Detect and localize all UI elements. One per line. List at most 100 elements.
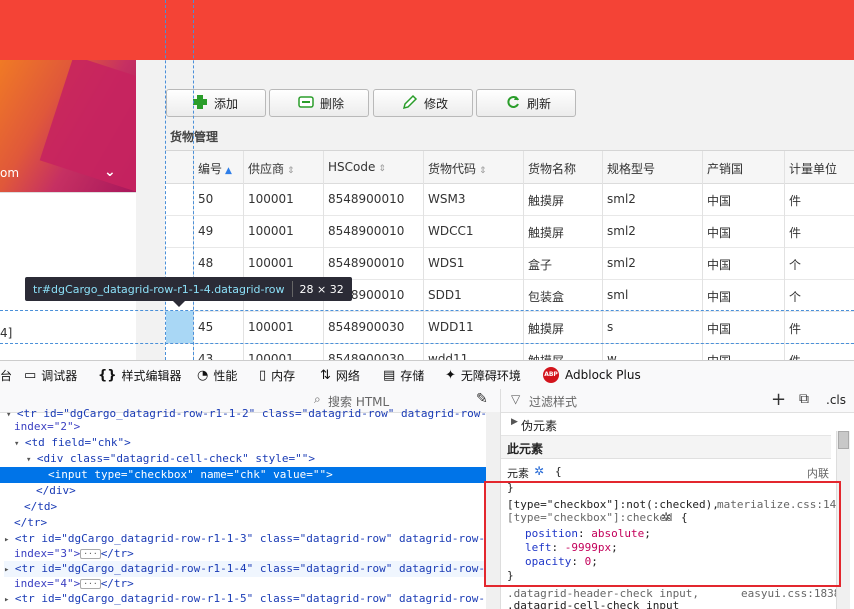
cell-country: 中国 [707, 290, 732, 304]
add-icon [192, 94, 208, 113]
tab-accessibility[interactable]: ✦ 无障碍环境 [445, 367, 521, 384]
markup-line[interactable]: ▾ <div class="datagrid-cell-check" style… [26, 451, 315, 467]
chevron-down-icon[interactable]: ⌄ [104, 164, 116, 180]
cell-spec: sml2 [607, 256, 636, 270]
this-element-header: 此元素 [501, 436, 831, 459]
scrollbar-thumb[interactable] [838, 431, 849, 449]
refresh-icon [505, 94, 521, 113]
cargo-datagrid: 编号 ▲ 供应商 ⇕ HSCode ⇕ 货物代码 ⇕ 货物名称 规格型号 产销国 计量单… [165, 150, 854, 361]
table-row[interactable]: 50 100001 8548900010 WSM3 触摸屏 sml2 中国 件 [165, 183, 854, 216]
refresh-button[interactable]: 刷新 [476, 89, 576, 117]
tab-storage[interactable]: ▤ 存储 [383, 367, 424, 384]
chevron-right-icon: ▶ [511, 417, 518, 427]
performance-icon: ◔ [197, 368, 209, 383]
color-picker-icon[interactable]: ✎ [476, 391, 488, 407]
cell-country: 中国 [707, 194, 732, 208]
markup-line[interactable]: ▸ <tr id="dgCargo_datagrid-row-r1-1-4" c… [4, 561, 486, 577]
table-row[interactable]: 48 100001 8548900010 WDS1 盒子 sml2 中国 个 [165, 247, 854, 280]
sort-asc-icon: ▲ [225, 166, 232, 176]
cell-unit: 件 [789, 194, 802, 208]
cell-supplier: 100001 [248, 192, 294, 206]
add-button[interactable]: 添加 [166, 89, 266, 117]
column-header-country[interactable]: 产销国 [707, 160, 743, 177]
cell-supplier: 100001 [248, 256, 294, 270]
network-icon: ⇅ [320, 368, 331, 383]
cell-cargo-code: SDD1 [428, 288, 462, 302]
grid-header: 编号 ▲ 供应商 ⇕ HSCode ⇕ 货物代码 ⇕ 货物名称 规格型号 产销国 计量单… [165, 151, 854, 184]
markup-line[interactable]: index="4"> ··· </tr> [14, 576, 134, 592]
tab-style-editor[interactable]: {} 样式编辑器 [98, 367, 182, 384]
ellipsis-icon[interactable]: ··· [80, 579, 101, 589]
markup-line[interactable]: </td> [24, 499, 57, 515]
storage-icon: ▤ [383, 368, 396, 383]
cell-unit: 个 [789, 258, 802, 272]
column-header-cargo-code[interactable]: 货物代码 ⇕ [428, 160, 487, 177]
markup-panel: ⌕ 搜索 HTML ✎ ▾ <tr id="dgCargo_datagrid-r… [0, 389, 501, 609]
rule-source-link[interactable]: easyui.css:1838 [741, 587, 840, 600]
cell-spec: sml [607, 288, 629, 302]
table-row[interactable]: 45 100001 8548900030 WDD11 触摸屏 s 中国 件 [165, 311, 854, 344]
cell-cargo-name: 包装盒 [528, 290, 565, 304]
classes-toggle[interactable]: .cls [826, 393, 846, 407]
markup-line[interactable]: index="2"> [14, 419, 80, 435]
cell-cargo-name: 触摸屏 [528, 194, 565, 208]
tab-debugger[interactable]: ▭ 调试器 [24, 367, 77, 384]
sort-icon: ⇕ [479, 166, 487, 176]
tab-console[interactable]: 台 [0, 367, 12, 384]
cell-hscode: 8548900030 [328, 320, 405, 334]
cell-spec: sml2 [607, 192, 636, 206]
cell-spec: sml2 [607, 224, 636, 238]
delete-button[interactable]: 删除 [269, 89, 369, 117]
cell-supplier: 100001 [248, 320, 294, 334]
cell-cargo-code: WSM3 [428, 192, 466, 206]
cell-cargo-code: WDS1 [428, 256, 465, 270]
cell-hscode: 8548900010 [328, 256, 405, 270]
markup-line[interactable]: index="3"> ··· </tr> [14, 546, 134, 562]
accessibility-icon: ✦ [445, 368, 456, 383]
search-icon: ⌕ [314, 392, 321, 406]
ellipsis-icon[interactable]: ··· [80, 549, 101, 559]
edit-button[interactable]: 修改 [373, 89, 473, 117]
markup-line[interactable]: </div> [36, 483, 76, 499]
tab-memory[interactable]: ▯ 内存 [259, 367, 295, 384]
memory-icon: ▯ [259, 368, 267, 383]
column-header-id[interactable]: 编号 ▲ [198, 160, 232, 177]
column-header-cargo-name[interactable]: 货物名称 [528, 160, 576, 177]
highlight-annotation-box [484, 481, 841, 587]
add-rule-icon[interactable]: + [771, 389, 786, 410]
element-inspect-tooltip: tr#dgCargo_datagrid-row-r1-1-4.datagrid-… [25, 277, 352, 301]
filter-styles-input[interactable]: 过滤样式 [529, 393, 577, 410]
print-simulation-icon[interactable]: ⧉ [799, 391, 809, 407]
cell-unit: 件 [789, 322, 802, 336]
table-row[interactable]: 49 100001 8548900010 WDCC1 触摸屏 sml2 中国 件 [165, 215, 854, 248]
remove-icon [298, 94, 314, 113]
markup-line[interactable]: ▾ <td field="chk"> [14, 435, 131, 451]
inline-source[interactable]: 内联 [807, 465, 829, 481]
column-header-supplier[interactable]: 供应商 ⇕ [248, 160, 295, 177]
cell-hscode: 8548900010 [328, 224, 405, 238]
tab-adblock-plus[interactable]: ABP Adblock Plus [543, 367, 641, 383]
tab-network[interactable]: ⇅ 网络 [320, 367, 360, 384]
gear-icon[interactable]: ✲ [534, 464, 544, 478]
left-panel [0, 60, 136, 360]
markup-line[interactable]: ▸ <tr id="dgCargo_datagrid-row-r1-1-5" c… [4, 591, 485, 607]
table-row[interactable]: 43 100001 8548900030 wdd11 触摸屏 w 中国件 [165, 343, 854, 361]
cell-id: 45 [198, 320, 214, 334]
sort-icon: ⇕ [287, 166, 295, 176]
column-header-spec[interactable]: 规格型号 [607, 160, 655, 177]
grid-title: 货物管理 [170, 130, 219, 144]
app-header-bar [0, 0, 854, 60]
filter-icon: ▽ [511, 392, 521, 406]
column-header-unit[interactable]: 计量单位 [789, 160, 837, 177]
markup-line[interactable]: </tr> [14, 515, 47, 531]
pseudo-elements-toggle[interactable]: ▶ 伪元素 [501, 413, 831, 436]
markup-line[interactable]: ▸ <tr id="dgCargo_datagrid-row-r1-1-3" c… [4, 531, 485, 547]
cell-cargo-code: WDD11 [428, 320, 474, 334]
cell-supplier: 100001 [248, 224, 294, 238]
rule-selector[interactable]: .datagrid-cell-check input [507, 599, 679, 609]
markup-line-selected[interactable]: <input type="checkbox" name="chk" value=… [0, 467, 486, 483]
rules-toolbar: ▽ 过滤样式 + ⧉ .cls [501, 389, 854, 413]
tab-performance[interactable]: ◔ 性能 [197, 367, 237, 384]
column-header-hscode[interactable]: HSCode ⇕ [328, 160, 386, 174]
cell-id: 48 [198, 256, 214, 270]
